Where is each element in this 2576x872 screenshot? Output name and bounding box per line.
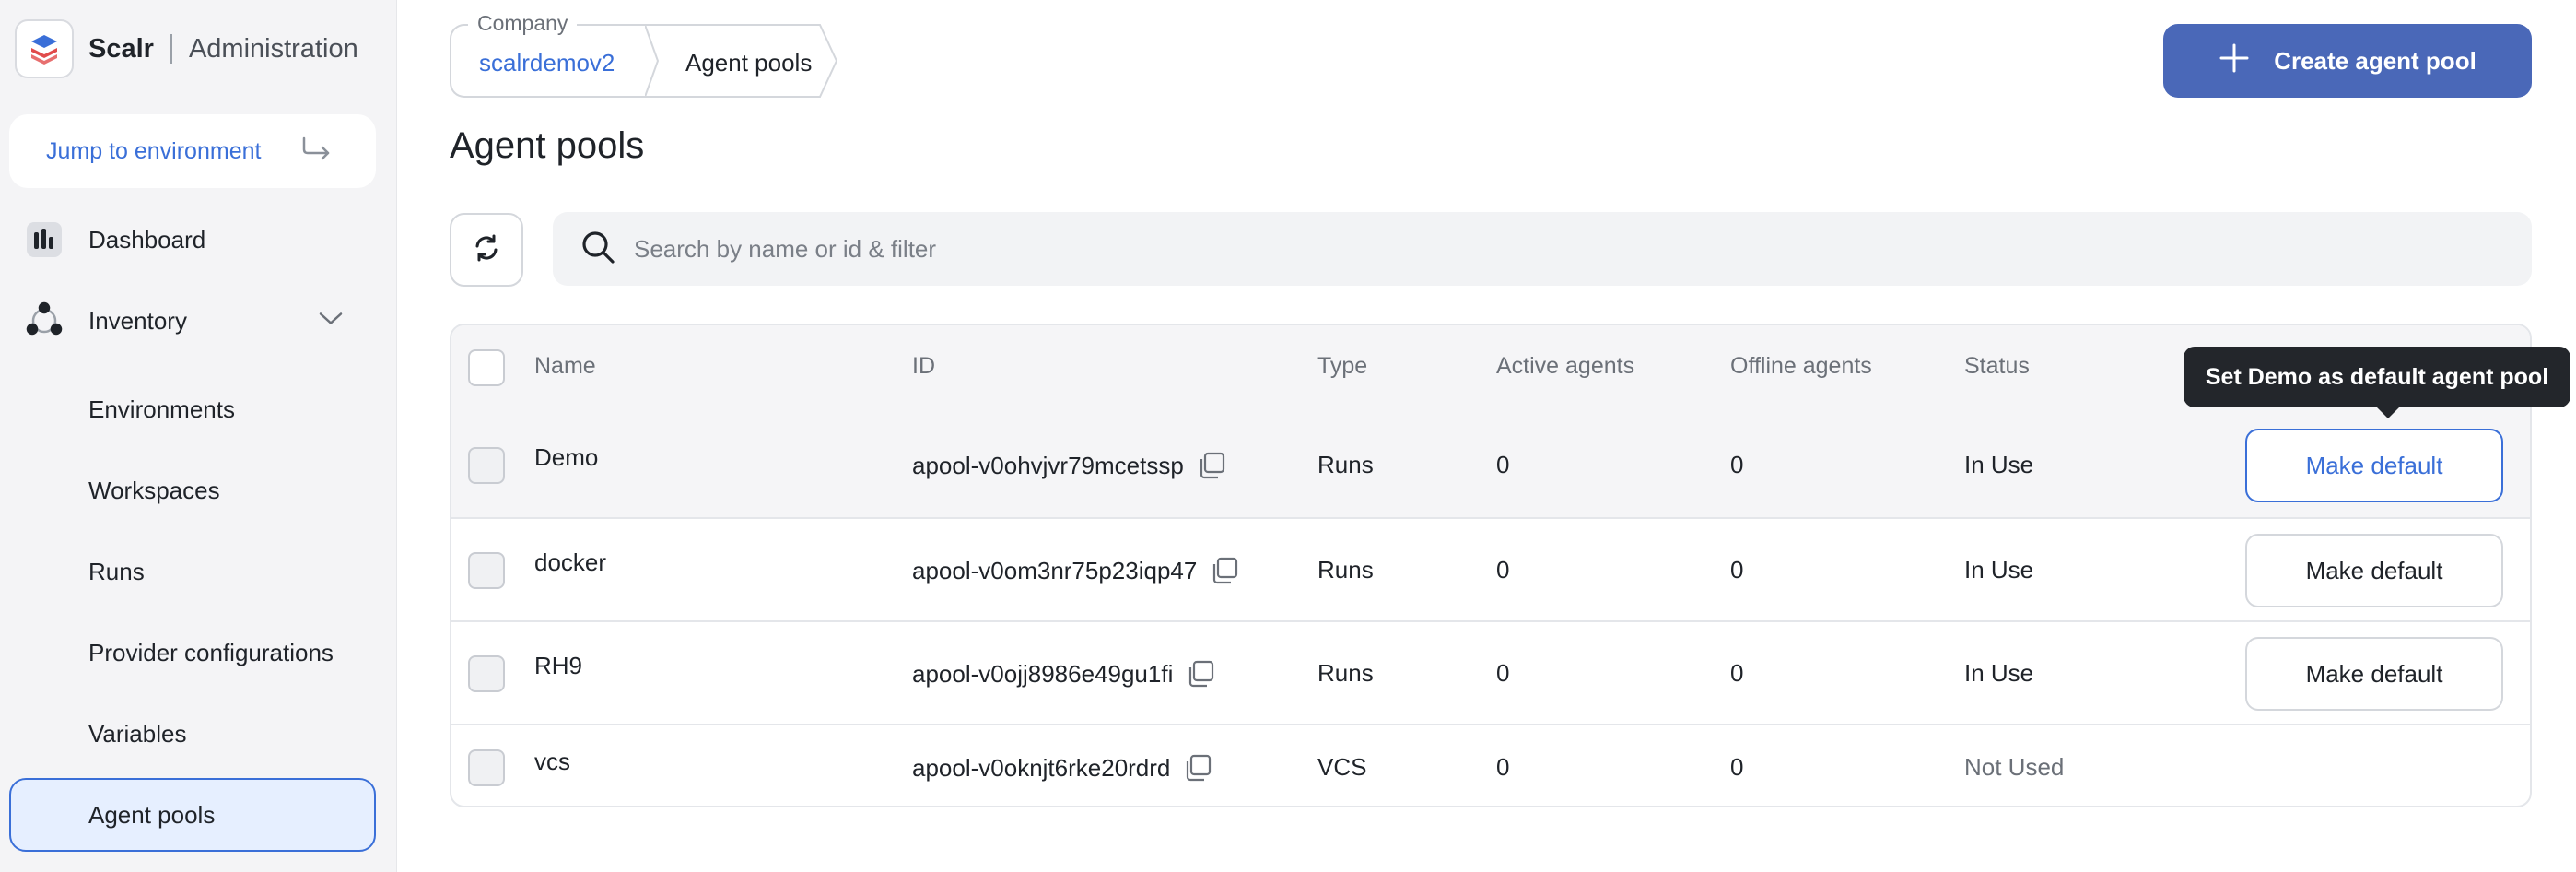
pool-status: Not Used: [1964, 753, 2065, 781]
sidebar-item-agent-pools[interactable]: Agent pools: [9, 778, 376, 852]
make-default-button[interactable]: Make default: [2245, 534, 2503, 607]
pool-id: apool-v0om3nr75p23iqp47: [912, 556, 1198, 584]
breadcrumb-company[interactable]: Company scalrdemov2: [450, 11, 645, 98]
pool-id-cell: apool-v0ojj8986e49gu1fi: [912, 659, 1215, 689]
table-row[interactable]: vcs apool-v0oknjt6rke20rdrd VCS 0 0 Not …: [451, 724, 2530, 806]
row-checkbox[interactable]: [468, 552, 505, 589]
pool-name[interactable]: docker: [534, 548, 606, 577]
page-title: Agent pools: [450, 125, 645, 166]
sidebar-item-label: Inventory: [88, 306, 187, 335]
breadcrumb: Company scalrdemov2 Agent pools: [450, 11, 838, 98]
pool-active-agents: 0: [1496, 556, 1510, 583]
pool-offline-agents: 0: [1730, 753, 1744, 781]
pool-type: Runs: [1317, 556, 1374, 583]
pool-name[interactable]: vcs: [534, 748, 570, 776]
column-header-active-agents[interactable]: Active agents: [1496, 353, 1634, 380]
pool-active-agents: 0: [1496, 451, 1510, 478]
copy-icon[interactable]: [1183, 753, 1212, 783]
table-row[interactable]: docker apool-v0om3nr75p23iqp47 Runs 0 0 …: [451, 517, 2530, 620]
pool-id: apool-v0oknjt6rke20rdrd: [912, 753, 1171, 782]
search-bar[interactable]: [553, 212, 2532, 286]
pool-type: Runs: [1317, 451, 1374, 478]
copy-icon[interactable]: [1197, 451, 1226, 480]
sidebar-item-label: Workspaces: [88, 476, 220, 504]
pool-offline-agents: 0: [1730, 556, 1744, 583]
column-header-id[interactable]: ID: [912, 353, 935, 380]
pool-name[interactable]: Demo: [534, 443, 598, 472]
sidebar-item-label: Agent pools: [88, 800, 216, 829]
pool-type: Runs: [1317, 659, 1374, 687]
pool-status: In Use: [1964, 556, 2034, 583]
pool-offline-agents: 0: [1730, 659, 1744, 687]
search-icon: [580, 230, 615, 269]
return-arrow-icon: [300, 136, 332, 167]
make-default-button[interactable]: Make default: [2245, 637, 2503, 711]
sidebar-item-inventory[interactable]: Inventory: [9, 284, 376, 358]
search-input[interactable]: [634, 234, 2384, 264]
brand-divider: [170, 34, 172, 64]
inventory-icon: [24, 300, 64, 341]
sidebar-item-provider-configurations[interactable]: Provider configurations: [9, 616, 376, 689]
column-header-offline-agents[interactable]: Offline agents: [1730, 353, 1872, 380]
pool-status: In Use: [1964, 659, 2034, 687]
table-row[interactable]: RH9 apool-v0ojj8986e49gu1fi Runs 0 0 In …: [451, 620, 2530, 724]
dashboard-icon: [24, 219, 64, 260]
select-all-checkbox[interactable]: [468, 349, 505, 386]
plus-icon: [2219, 42, 2250, 80]
scalr-logo-icon: [15, 19, 74, 78]
row-checkbox[interactable]: [468, 655, 505, 692]
copy-icon[interactable]: [1210, 556, 1239, 585]
breadcrumb-company-link[interactable]: scalrdemov2: [479, 49, 615, 77]
create-agent-pool-button[interactable]: Create agent pool: [2163, 24, 2532, 98]
create-agent-pool-label: Create agent pool: [2274, 46, 2476, 75]
pool-active-agents: 0: [1496, 659, 1510, 687]
pool-id-cell: apool-v0om3nr75p23iqp47: [912, 556, 1239, 585]
make-default-tooltip: Set Demo as default agent pool: [2184, 347, 2570, 418]
sidebar-item-label: Dashboard: [88, 225, 206, 253]
make-default-button[interactable]: Make default: [2245, 429, 2503, 502]
sidebar-item-label: Provider configurations: [88, 638, 334, 666]
sidebar-item-label: Environments: [88, 395, 235, 423]
table-row[interactable]: Demo apool-v0ohvjvr79mcetssp Runs 0 0 In…: [451, 414, 2530, 517]
pool-id-cell: apool-v0ohvjvr79mcetssp: [912, 451, 1226, 480]
sidebar-item-environments[interactable]: Environments: [9, 372, 376, 446]
row-checkbox[interactable]: [468, 447, 505, 484]
refresh-button[interactable]: [450, 213, 523, 287]
brand[interactable]: Scalr Administration: [15, 18, 358, 79]
breadcrumb-current: Agent pools: [645, 24, 838, 98]
sidebar-item-label: Variables: [88, 719, 187, 748]
column-header-status[interactable]: Status: [1964, 353, 2030, 380]
row-checkbox[interactable]: [468, 749, 505, 786]
column-header-type[interactable]: Type: [1317, 353, 1367, 380]
pool-status: In Use: [1964, 451, 2034, 478]
pool-id: apool-v0ojj8986e49gu1fi: [912, 659, 1174, 688]
sidebar-item-runs[interactable]: Runs: [9, 535, 376, 608]
breadcrumb-company-legend: Company: [468, 11, 578, 36]
brand-name: Scalr: [88, 33, 154, 64]
sidebar-item-dashboard[interactable]: Dashboard: [9, 203, 376, 277]
pool-active-agents: 0: [1496, 753, 1510, 781]
pool-offline-agents: 0: [1730, 451, 1744, 478]
pool-id: apool-v0ohvjvr79mcetssp: [912, 451, 1184, 479]
breadcrumb-current-label: Agent pools: [685, 48, 813, 77]
jump-to-environment-label: Jump to environment: [46, 137, 262, 164]
brand-section: Administration: [188, 33, 358, 64]
sidebar-item-workspaces[interactable]: Workspaces: [9, 454, 376, 527]
sidebar-item-label: Runs: [88, 557, 145, 585]
copy-icon[interactable]: [1186, 659, 1215, 689]
pool-type: VCS: [1317, 753, 1367, 781]
sidebar: Scalr Administration Jump to environment…: [0, 0, 397, 872]
refresh-icon: [472, 233, 501, 267]
sidebar-item-variables[interactable]: Variables: [9, 697, 376, 771]
pool-id-cell: apool-v0oknjt6rke20rdrd: [912, 753, 1212, 783]
chevron-down-icon[interactable]: [319, 312, 343, 331]
column-header-name[interactable]: Name: [534, 353, 596, 380]
jump-to-environment-button[interactable]: Jump to environment: [9, 114, 376, 188]
pool-name[interactable]: RH9: [534, 652, 582, 680]
